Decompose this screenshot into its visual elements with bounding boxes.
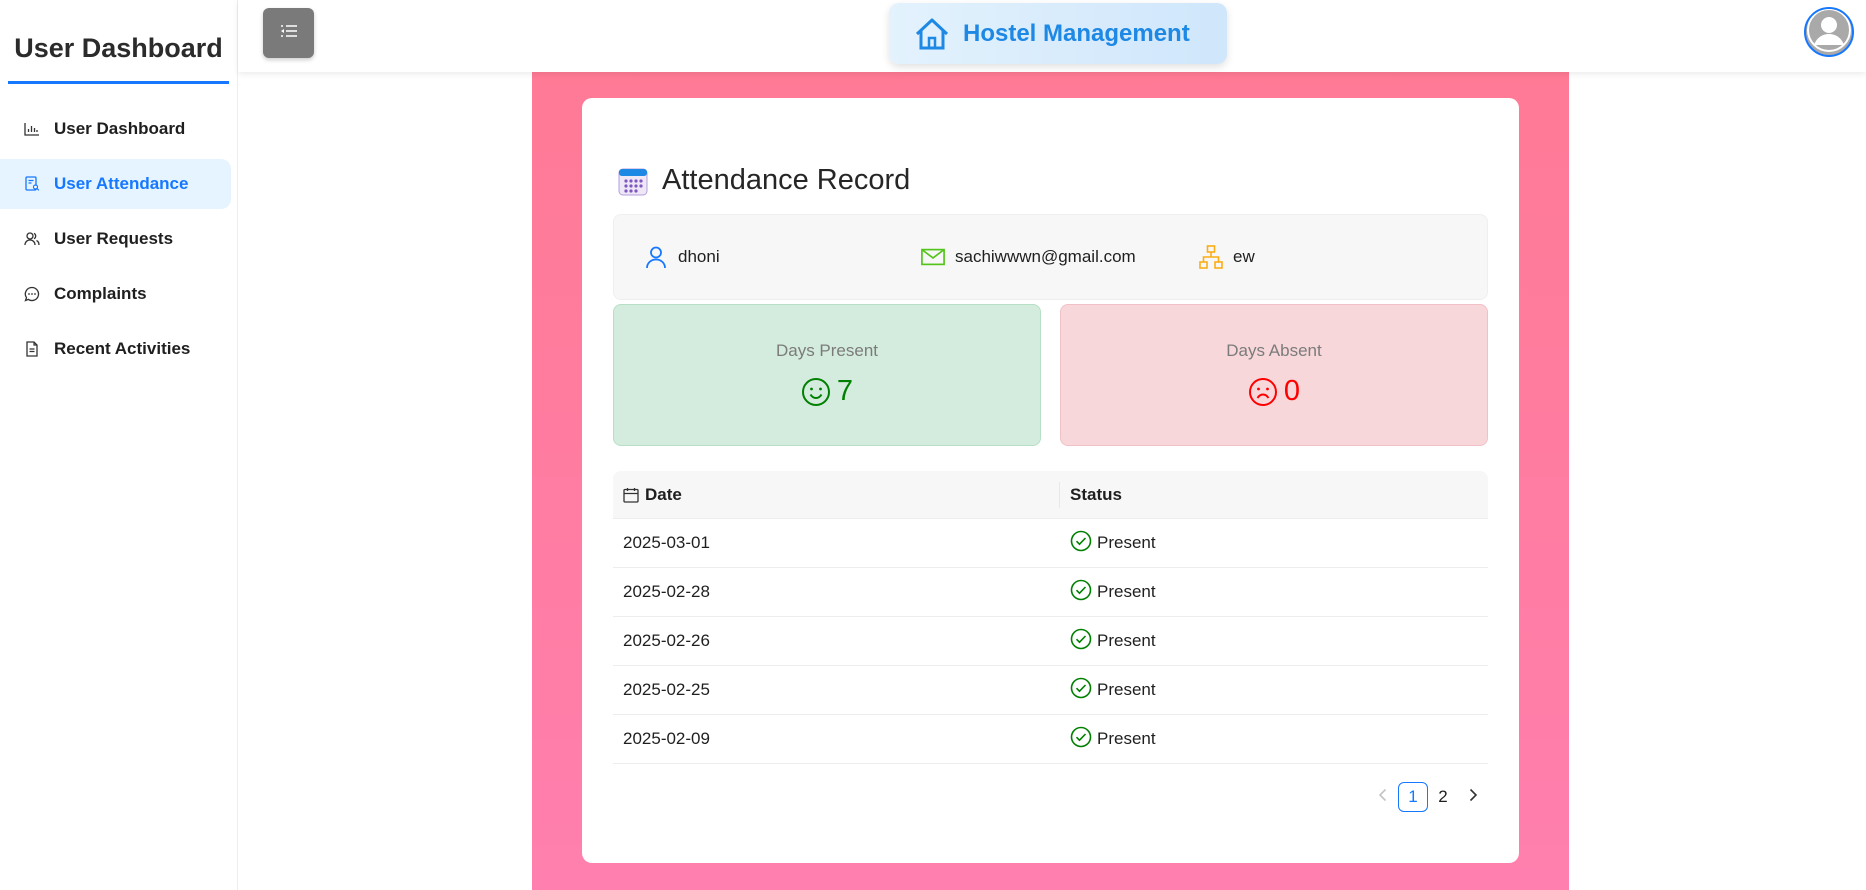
days-absent-card: Days Absent 0 bbox=[1060, 304, 1488, 446]
sidebar-item-label: User Requests bbox=[54, 229, 174, 248]
sidebar-menu: User Dashboard User Attendance User Requ… bbox=[0, 104, 237, 374]
cell-date: 2025-02-28 bbox=[623, 582, 710, 601]
page-button-1[interactable]: 1 bbox=[1398, 782, 1428, 812]
sidebar-title: User Dashboard bbox=[8, 28, 229, 84]
status-text: Present bbox=[1097, 631, 1156, 650]
card-title: Attendance Record bbox=[618, 164, 910, 197]
user-email: sachiwwwn@gmail.com bbox=[955, 247, 1136, 266]
cell-status: Present bbox=[1060, 530, 1488, 554]
table-row: 2025-02-28 Present bbox=[613, 568, 1488, 617]
column-header-date[interactable]: Date bbox=[613, 481, 1060, 508]
check-circle-icon bbox=[1070, 677, 1092, 699]
days-present-label: Days Present bbox=[775, 341, 879, 360]
brand-banner: Hostel Management bbox=[889, 3, 1227, 64]
attendance-card: Attendance Record dhoni sachiwwwn@gmail.… bbox=[582, 98, 1519, 863]
table-row: 2025-03-01 Present bbox=[613, 519, 1488, 568]
days-present-card: Days Present 7 bbox=[613, 304, 1041, 446]
document-icon bbox=[24, 341, 40, 357]
user-icon bbox=[644, 245, 668, 269]
chat-bubble-icon bbox=[24, 286, 40, 302]
sidebar-item-user-dashboard[interactable]: User Dashboard bbox=[0, 104, 231, 154]
sidebar-item-label: Recent Activities bbox=[54, 339, 191, 358]
table-row: 2025-02-09 Present bbox=[613, 715, 1488, 764]
calendar-outline-icon bbox=[623, 487, 639, 503]
check-circle-icon bbox=[1070, 628, 1092, 650]
sidebar-item-label: User Dashboard bbox=[54, 119, 186, 138]
menu-fold-icon bbox=[279, 23, 299, 44]
status-text: Present bbox=[1097, 533, 1156, 552]
chevron-right-icon bbox=[1468, 787, 1478, 807]
user-info-box: dhoni sachiwwwn@gmail.com ew bbox=[613, 214, 1488, 300]
info-department: ew bbox=[1199, 245, 1255, 269]
top-header: Hostel Management bbox=[238, 0, 1866, 72]
bar-chart-icon bbox=[24, 121, 40, 137]
user-avatar-icon bbox=[1806, 9, 1852, 55]
sidebar-item-label: Complaints bbox=[54, 284, 147, 303]
sidebar-item-complaints[interactable]: Complaints bbox=[0, 269, 231, 319]
column-header-label: Date bbox=[645, 484, 682, 504]
info-email: sachiwwwn@gmail.com bbox=[921, 245, 1136, 269]
table-header-row: Date Status bbox=[613, 471, 1488, 519]
users-icon bbox=[24, 231, 40, 247]
home-icon bbox=[913, 15, 951, 53]
table-row: 2025-02-25 Present bbox=[613, 666, 1488, 715]
user-department: ew bbox=[1233, 247, 1255, 266]
column-header-label: Status bbox=[1070, 484, 1122, 504]
check-circle-icon bbox=[1070, 530, 1092, 552]
days-absent-value-row: 0 bbox=[1061, 375, 1487, 408]
chevron-left-icon bbox=[1378, 787, 1388, 807]
next-page-button[interactable] bbox=[1458, 782, 1488, 812]
attendance-record-title: Attendance Record bbox=[662, 164, 911, 196]
cell-date: 2025-02-25 bbox=[623, 680, 710, 699]
user-name: dhoni bbox=[678, 247, 720, 266]
sidebar-toggle-button[interactable] bbox=[263, 8, 314, 58]
cell-status: Present bbox=[1060, 726, 1488, 750]
status-text: Present bbox=[1097, 680, 1156, 699]
check-circle-icon bbox=[1070, 579, 1092, 601]
cell-date: 2025-03-01 bbox=[623, 533, 710, 552]
cell-date: 2025-02-09 bbox=[623, 729, 710, 748]
days-absent-label: Days Absent bbox=[1226, 341, 1322, 360]
info-name: dhoni bbox=[644, 245, 720, 269]
mail-icon bbox=[921, 245, 945, 269]
cell-date: 2025-02-26 bbox=[623, 631, 710, 650]
sidebar-item-label: User Attendance bbox=[54, 174, 189, 193]
sidebar-item-recent-activities[interactable]: Recent Activities bbox=[0, 324, 231, 374]
cell-status: Present bbox=[1060, 677, 1488, 701]
days-absent-value: 0 bbox=[1283, 375, 1301, 407]
smile-icon bbox=[801, 377, 831, 407]
days-present-value: 7 bbox=[836, 375, 854, 407]
sidebar-item-user-requests[interactable]: User Requests bbox=[0, 214, 231, 264]
cell-status: Present bbox=[1060, 579, 1488, 603]
cell-status: Present bbox=[1060, 628, 1488, 652]
column-header-status[interactable]: Status bbox=[1060, 485, 1488, 505]
check-circle-icon bbox=[1070, 726, 1092, 748]
sidebar-item-user-attendance[interactable]: User Attendance bbox=[0, 159, 231, 209]
status-text: Present bbox=[1097, 729, 1156, 748]
pagination: 1 2 bbox=[1368, 782, 1488, 812]
table-row: 2025-02-26 Present bbox=[613, 617, 1488, 666]
brand-title: Hostel Management bbox=[963, 19, 1190, 47]
attendance-icon bbox=[24, 176, 40, 192]
calendar-icon bbox=[618, 166, 648, 196]
sidebar: User Dashboard User Dashboard User Atten… bbox=[0, 0, 238, 890]
status-text: Present bbox=[1097, 582, 1156, 601]
hierarchy-icon bbox=[1199, 245, 1223, 269]
prev-page-button[interactable] bbox=[1368, 782, 1398, 812]
attendance-table: Date Status 2025-03-01 Present 2025-02-2… bbox=[613, 471, 1488, 764]
user-avatar[interactable] bbox=[1804, 7, 1854, 57]
frown-icon bbox=[1248, 377, 1278, 407]
page-button-2[interactable]: 2 bbox=[1428, 782, 1458, 812]
days-present-value-row: 7 bbox=[614, 375, 1040, 408]
